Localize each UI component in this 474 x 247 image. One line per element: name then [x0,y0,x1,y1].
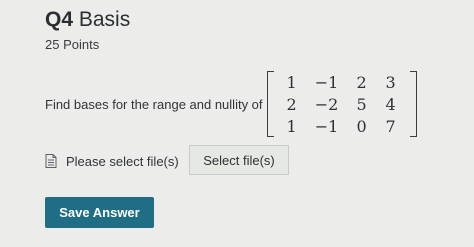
matrix-grid: 1 −1 2 3 2 −2 5 4 1 −1 0 7 [274,71,410,137]
matrix: 1 −1 2 3 2 −2 5 4 1 −1 0 7 [266,71,417,137]
question-title: Q4 Basis [45,8,130,32]
file-icon [45,154,57,168]
question-points: 25 Points [45,37,100,52]
upload-label: Please select file(s) [66,153,179,169]
prompt-text: Find bases for the range and nullity of [45,96,263,112]
question-title-text: Basis [78,8,131,31]
matrix-cell: 2 [286,94,297,114]
matrix-cell: −1 [314,72,339,92]
select-files-button[interactable]: Select file(s) [189,145,289,175]
matrix-cell: −2 [314,94,339,114]
matrix-cell: 0 [356,116,367,136]
matrix-cell: 2 [356,72,367,92]
file-upload: Please select file(s) [45,146,179,176]
matrix-cell: 3 [385,72,396,92]
matrix-right-bracket [409,71,417,137]
question-number: Q4 [45,8,74,31]
matrix-cell: 7 [385,116,396,136]
matrix-cell: 5 [356,94,367,114]
matrix-cell: 1 [286,116,297,136]
question-prompt: Find bases for the range and nullity of … [45,70,417,138]
matrix-cell: −1 [314,116,339,136]
matrix-left-bracket [266,71,274,137]
save-answer-button[interactable]: Save Answer [45,197,154,228]
question-card: Q4 Basis 25 Points Find bases for the ra… [0,0,474,247]
matrix-cell: 1 [286,72,297,92]
matrix-cell: 4 [385,94,396,114]
